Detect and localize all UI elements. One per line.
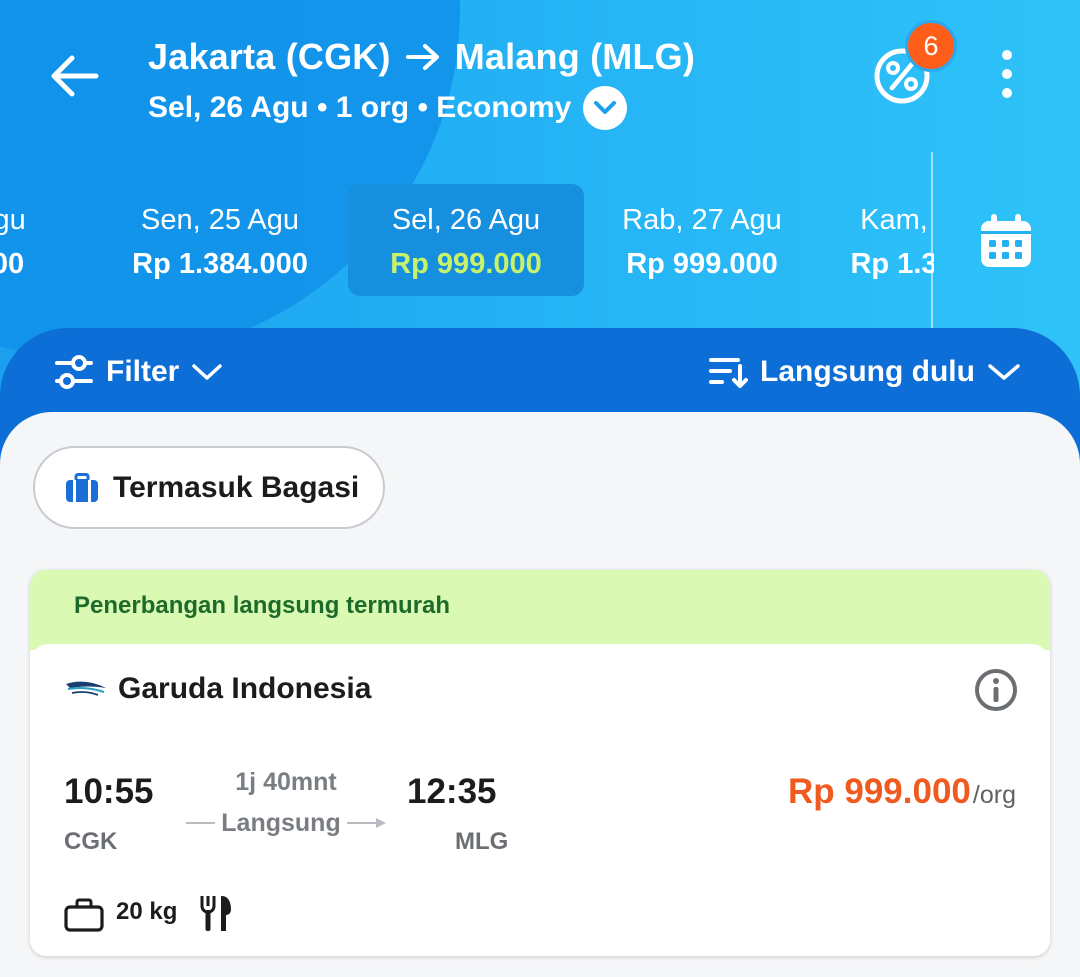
fare-price: Rp 999.000 /org <box>788 772 1016 812</box>
banner-text: Penerbangan langsung termurah <box>74 592 451 619</box>
airline-name: Garuda Indonesia <box>118 672 372 705</box>
date-option[interactable]: Kam, Rp 1.3 <box>776 184 934 296</box>
arrival-airport: MLG <box>455 828 509 855</box>
date-label: Kam, <box>860 204 928 236</box>
date-label: Sel, 26 Agu <box>391 204 541 236</box>
date-option[interactable]: Sen, 25 Agu Rp 1.384.000 <box>102 184 338 296</box>
trip-summary-text: Sel, 26 Agu • 1 org • Economy <box>148 91 572 124</box>
expand-trip-button[interactable] <box>583 86 628 130</box>
cheapest-direct-banner: Penerbangan langsung termurah <box>30 570 1050 650</box>
trip-summary[interactable]: Sel, 26 Agu • 1 org • Economy <box>148 86 628 130</box>
route-line-right <box>346 822 376 824</box>
flight-result-card[interactable]: Penerbangan langsung termurah <box>30 570 1050 956</box>
price-amount: Rp 999.000 <box>788 772 971 811</box>
filter-button[interactable]: Filter <box>54 352 223 392</box>
sort-button[interactable]: Langsung dulu <box>708 352 1021 392</box>
date-label: Sen, 25 Agu <box>140 204 300 236</box>
origin-label: Jakarta (CGK) <box>148 36 391 77</box>
kebab-dot <box>1002 50 1012 60</box>
departure-time: 10:55 <box>64 772 154 811</box>
arrow-left-icon <box>51 55 99 97</box>
chevron-down-icon <box>988 364 1020 380</box>
arrow-head-icon <box>376 818 386 828</box>
date-selector[interactable]: Agu 000 Sen, 25 Agu Rp 1.384.000 Sel, 26… <box>0 184 934 296</box>
sliders-icon <box>55 355 93 389</box>
more-options-button[interactable] <box>990 46 1024 102</box>
kebab-dot <box>1002 69 1012 79</box>
sort-label: Langsung dulu <box>760 355 975 388</box>
date-price: Rp 1.384.000 <box>132 248 308 280</box>
date-option[interactable]: Agu 000 <box>0 184 118 296</box>
info-icon <box>975 669 1017 711</box>
flight-info-button[interactable] <box>974 668 1018 712</box>
filter-label: Filter <box>106 355 180 388</box>
date-price: Rp 999.000 <box>390 248 542 280</box>
date-price: 000 <box>0 248 25 280</box>
date-label: Agu <box>0 204 26 236</box>
baggage-icon <box>64 898 104 932</box>
route-line: Langsung <box>186 808 386 838</box>
calendar-button[interactable] <box>978 212 1034 270</box>
date-price: Rp 1.3 <box>850 248 934 280</box>
kebab-dot <box>1002 88 1012 98</box>
fork-knife-icon <box>200 896 231 931</box>
chevron-down-icon <box>192 364 223 380</box>
flight-duration: 1j 40mnt <box>235 768 337 796</box>
departure-airport: CGK <box>64 828 118 855</box>
suitcase-icon <box>66 472 98 502</box>
sort-icon <box>709 358 748 388</box>
calendar-icon <box>981 214 1031 267</box>
price-unit: /org <box>972 781 1016 809</box>
arrow-right-icon <box>405 44 439 70</box>
back-button[interactable] <box>44 48 104 104</box>
stops-label: Langsung <box>221 808 341 837</box>
route-line-left <box>186 822 216 824</box>
date-strip-divider <box>931 152 933 330</box>
route-title: Jakarta (CGK) Malang (MLG) <box>148 36 695 78</box>
arrival-time: 12:35 <box>407 772 497 811</box>
chip-label: Termasuk Bagasi <box>113 470 360 504</box>
baggage-allowance: 20 kg <box>116 898 178 925</box>
destination-label: Malang (MLG) <box>454 36 696 77</box>
baggage-included-filter-chip[interactable]: Termasuk Bagasi <box>33 446 385 529</box>
date-option-selected[interactable]: Sel, 26 Agu Rp 999.000 <box>348 184 584 296</box>
promo-count-badge: 6 <box>905 20 957 72</box>
garuda-logo-icon <box>66 681 106 696</box>
chevron-down-icon <box>594 101 617 114</box>
